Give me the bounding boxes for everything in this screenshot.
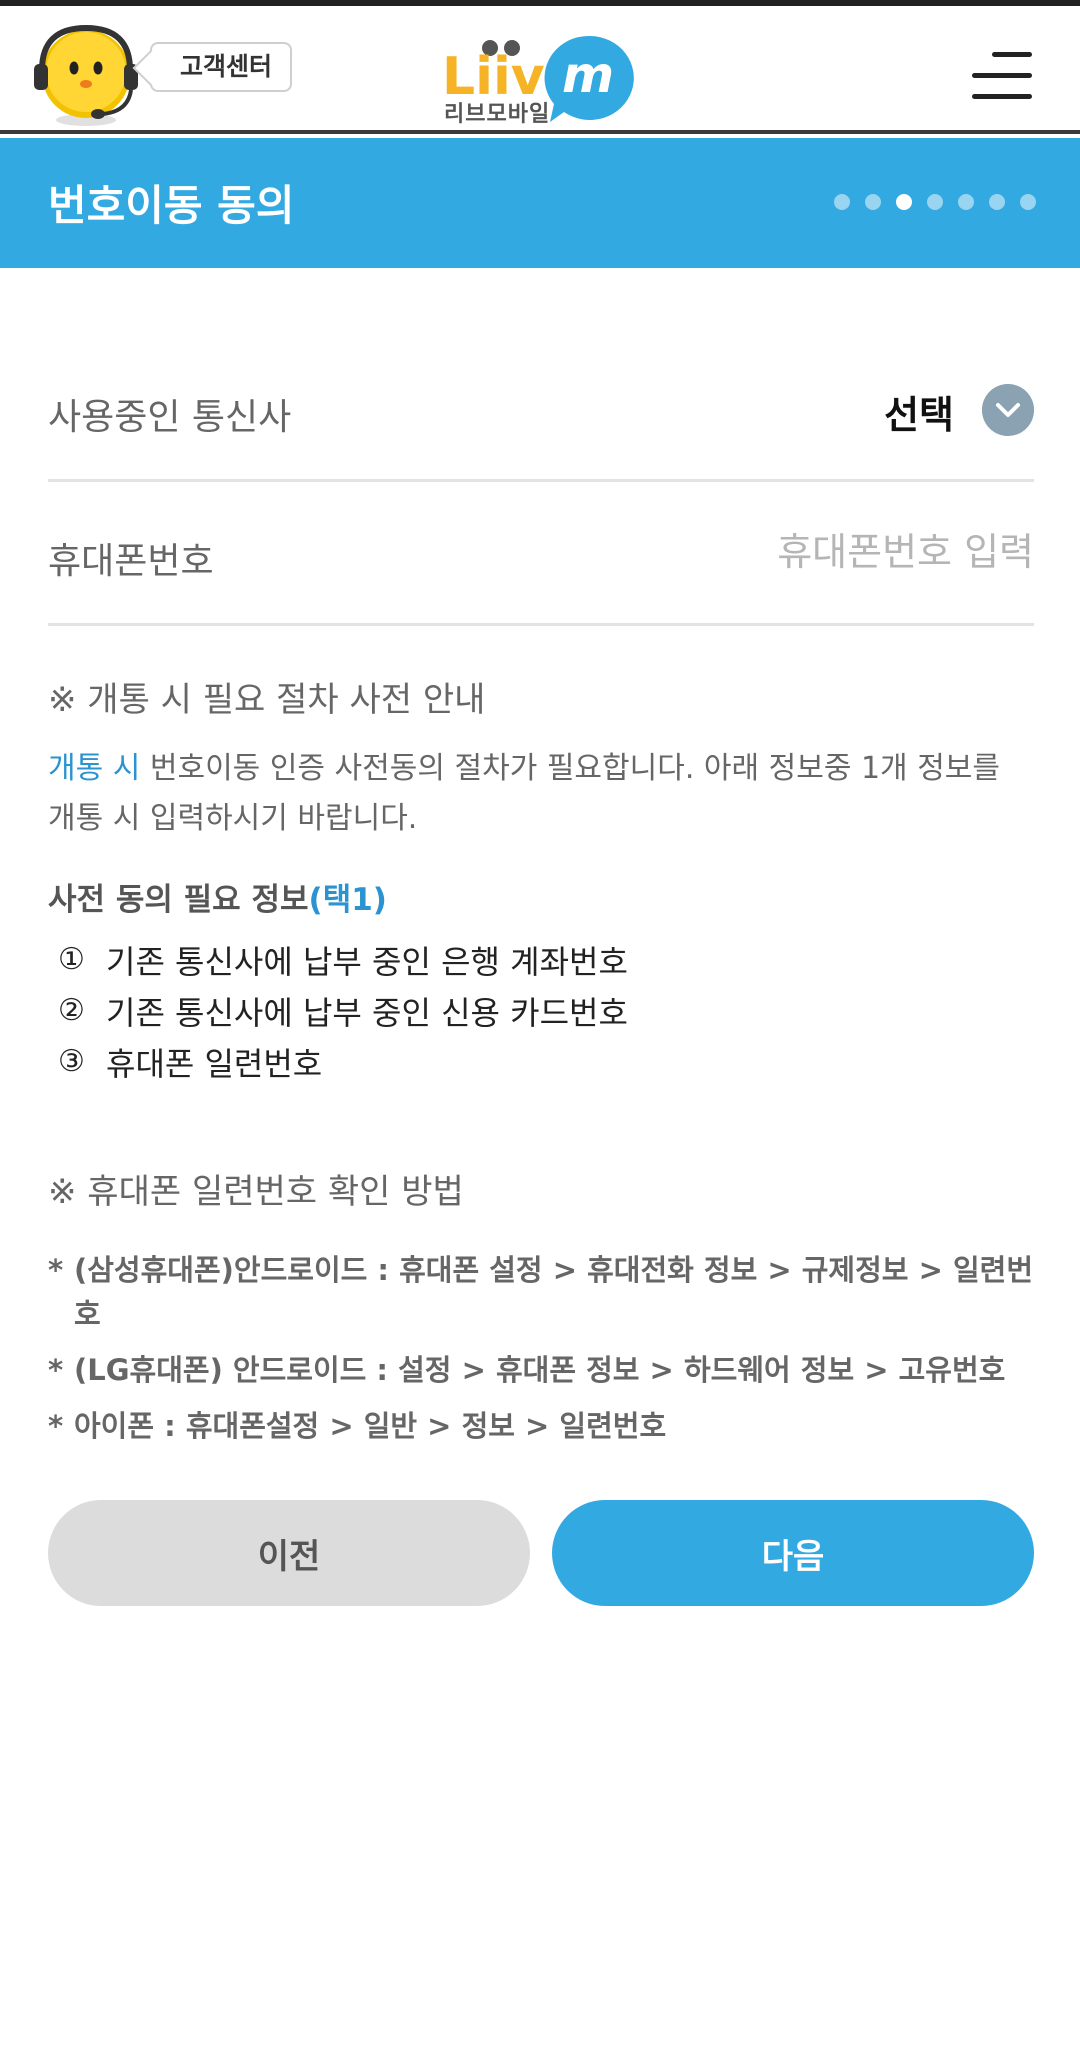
required-info-list: ① 기존 통신사에 납부 중인 은행 계좌번호 ② 기존 통신사에 납부 중인 신용… — [58, 934, 628, 1087]
list-item: * (LG휴대폰) 안드로이드 : 설정 > 휴대폰 정보 > 하드웨어 정보 >… — [48, 1353, 1006, 1387]
list-item: ③ 휴대폰 일련번호 — [58, 1044, 323, 1083]
svg-text:m: m — [562, 46, 614, 104]
carrier-select-row[interactable]: 사용중인 통신사 선택 — [48, 338, 1034, 482]
carrier-label: 사용중인 통신사 — [48, 397, 292, 438]
step-dot — [958, 194, 974, 210]
procedure-notice-heading: ※ 개통 시 필요 절차 사전 안내 — [48, 680, 486, 720]
previous-button[interactable]: 이전 — [48, 1500, 530, 1606]
hamburger-menu-icon[interactable] — [970, 50, 1034, 102]
logo-subtitle: 리브모바일 — [444, 102, 551, 127]
description-highlight: 개통 시 — [48, 751, 141, 786]
mascot-icon[interactable] — [28, 20, 144, 128]
page-title-bar: 번호이동 동의 — [0, 138, 1080, 268]
step-indicator — [834, 194, 1036, 210]
description-text: 번호이동 인증 사전동의 절차가 필요합니다. 아래 정보중 1개 정보를 개통… — [48, 751, 1000, 836]
phone-label: 휴대폰번호 — [48, 541, 214, 582]
serial-check-list: * (삼성휴대폰)안드로이드 : 휴대폰 설정 > 휴대전화 정보 > 규제정보 … — [48, 1248, 1038, 1460]
step-dot — [989, 194, 1005, 210]
procedure-notice-description: 개통 시 번호이동 인증 사전동의 절차가 필요합니다. 아래 정보중 1개 정… — [48, 744, 1028, 844]
phone-number-row: 휴대폰번호 — [48, 482, 1034, 626]
customer-center-label: 고객센터 — [180, 52, 273, 81]
step-dot-current — [896, 194, 912, 210]
serial-check-heading: ※ 휴대폰 일련번호 확인 방법 — [48, 1172, 464, 1212]
app-header: 고객센터 Liiv m 리브모바일 — [0, 6, 1080, 134]
step-dot — [1020, 194, 1036, 210]
step-dot — [865, 194, 881, 210]
step-dot — [834, 194, 850, 210]
next-button[interactable]: 다음 — [552, 1500, 1034, 1606]
chevron-down-icon[interactable] — [982, 384, 1034, 436]
phone-number-input[interactable] — [614, 522, 1034, 582]
list-item: * (삼성휴대폰)안드로이드 : 휴대폰 설정 > 휴대전화 정보 > 규제정보 … — [48, 1253, 1034, 1331]
required-info-heading: 사전 동의 필요 정보(택1) — [48, 874, 387, 919]
page-title: 번호이동 동의 — [48, 181, 295, 230]
required-info-label: 사전 동의 필요 정보 — [48, 882, 309, 918]
list-item: ① 기존 통신사에 납부 중인 은행 계좌번호 — [58, 942, 628, 981]
choose-one-highlight: (택1) — [308, 882, 387, 918]
list-item: ② 기존 통신사에 납부 중인 신용 카드번호 — [58, 993, 628, 1032]
customer-center-button[interactable]: 고객센터 — [150, 42, 293, 92]
step-dot — [927, 194, 943, 210]
carrier-select-value[interactable]: 선택 — [884, 384, 954, 439]
list-item: * 아이폰 : 휴대폰설정 > 일반 > 정보 > 일련번호 — [48, 1409, 667, 1443]
